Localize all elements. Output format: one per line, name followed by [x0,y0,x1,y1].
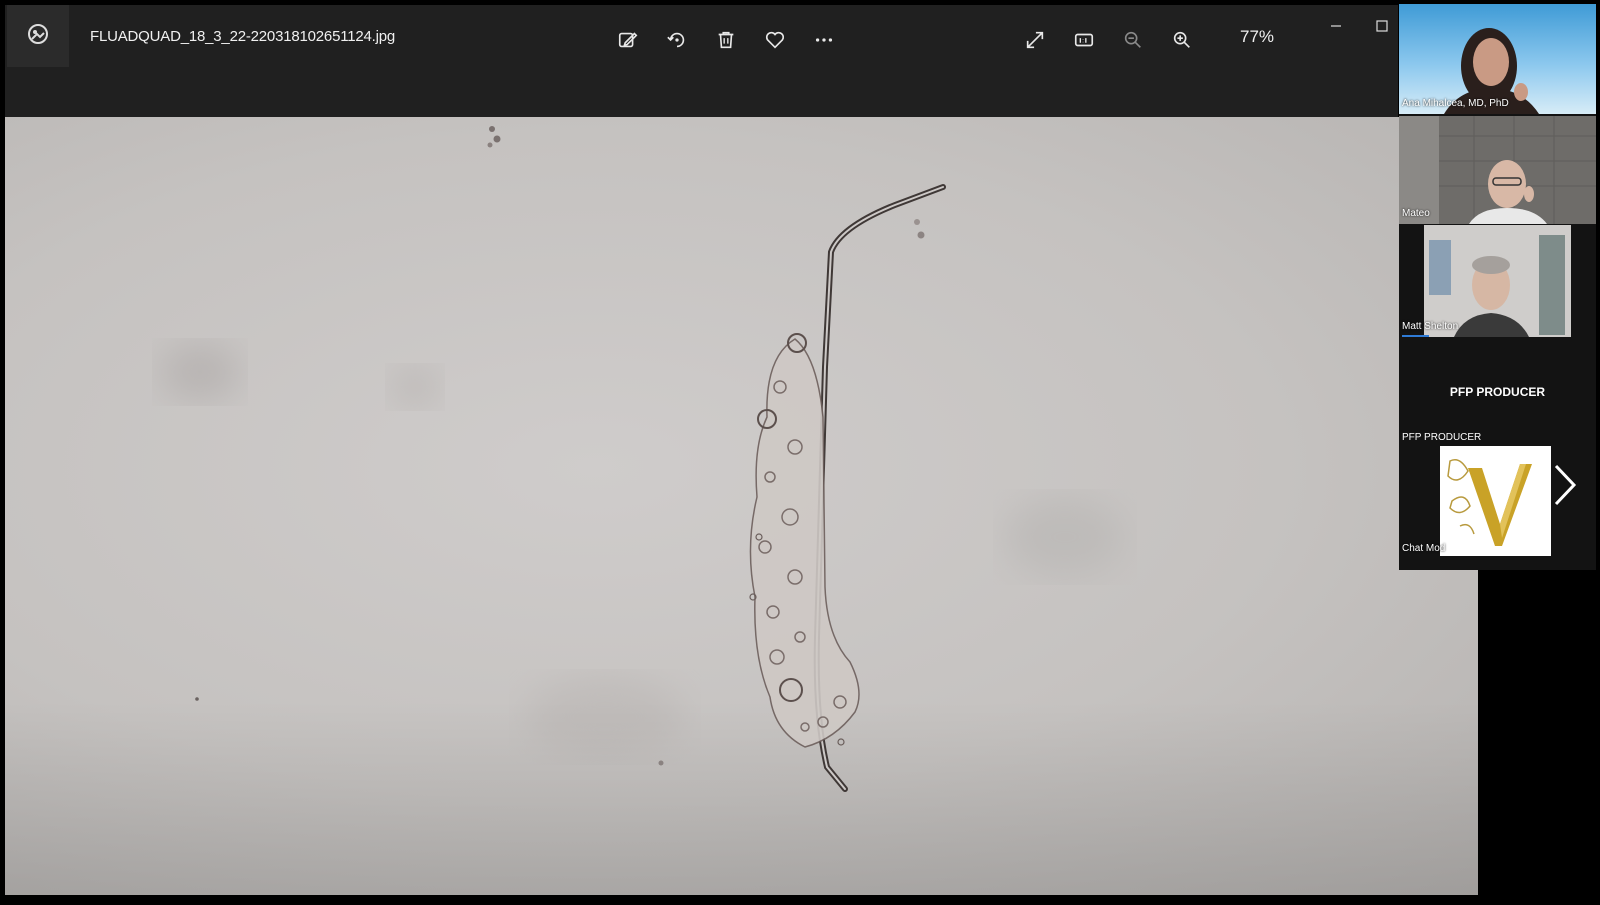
zoom-percentage: 77% [1240,27,1275,46]
minimize-icon [1331,25,1341,27]
more-options-button[interactable] [807,23,841,57]
rotate-button[interactable] [660,23,694,57]
chat-mod-label: Chat Mod [1402,543,1446,554]
audio-level-bar [1402,335,1429,337]
participant-name: Mateo [1402,208,1430,219]
actual-size-button[interactable] [1067,23,1101,57]
participant-name: Ana Mihalcea, MD, PhD [1402,98,1509,109]
producer-tile-title: PFP PRODUCER [1449,385,1546,399]
producer-tile-label: PFP PRODUCER [1402,432,1482,443]
participant-tile[interactable]: Matt Shelton [1399,225,1596,337]
photo-viewer-window: FLUADQUAD_18_3_22-220318102651124.jpg 77… [5,5,1478,895]
photos-app-icon [26,22,50,51]
maximize-button[interactable] [1371,15,1393,37]
zoom-in-icon [1173,31,1190,48]
more-icon [815,38,833,42]
microscope-image[interactable] [5,117,1478,895]
fullscreen-button[interactable] [1018,23,1052,57]
chat-mod-logo-tile[interactable] [1440,446,1551,556]
maximize-icon [1376,20,1388,32]
v-logo-icon [1447,459,1532,546]
chevron-right-icon [1554,464,1577,506]
delete-button[interactable] [709,23,743,57]
file-name: FLUADQUAD_18_3_22-220318102651124.jpg [90,28,396,45]
participant-name: Matt Shelton [1402,321,1459,332]
microscope-specimen-drawing [5,117,1478,895]
favorite-icon [765,31,785,49]
minimize-button[interactable] [1325,15,1347,37]
participant-tile[interactable]: Mateo [1399,116,1596,224]
edit-image-button[interactable] [611,23,645,57]
zoom-in-button[interactable] [1165,23,1199,57]
zoom-out-icon [1124,31,1141,48]
viewer-toolbar: FLUADQUAD_18_3_22-220318102651124.jpg 77… [5,5,1398,117]
next-page-button[interactable] [1546,460,1586,510]
favorite-button[interactable] [758,23,792,57]
edit-icon [618,32,638,48]
actual-size-icon [1074,33,1094,47]
zoom-out-button[interactable] [1116,23,1150,57]
delete-icon [718,31,734,49]
rotate-icon [667,32,685,48]
participant-tile[interactable]: Ana Mihalcea, MD, PhD [1399,4,1596,114]
photos-app-button[interactable] [7,5,69,67]
fullscreen-icon [1026,31,1044,49]
